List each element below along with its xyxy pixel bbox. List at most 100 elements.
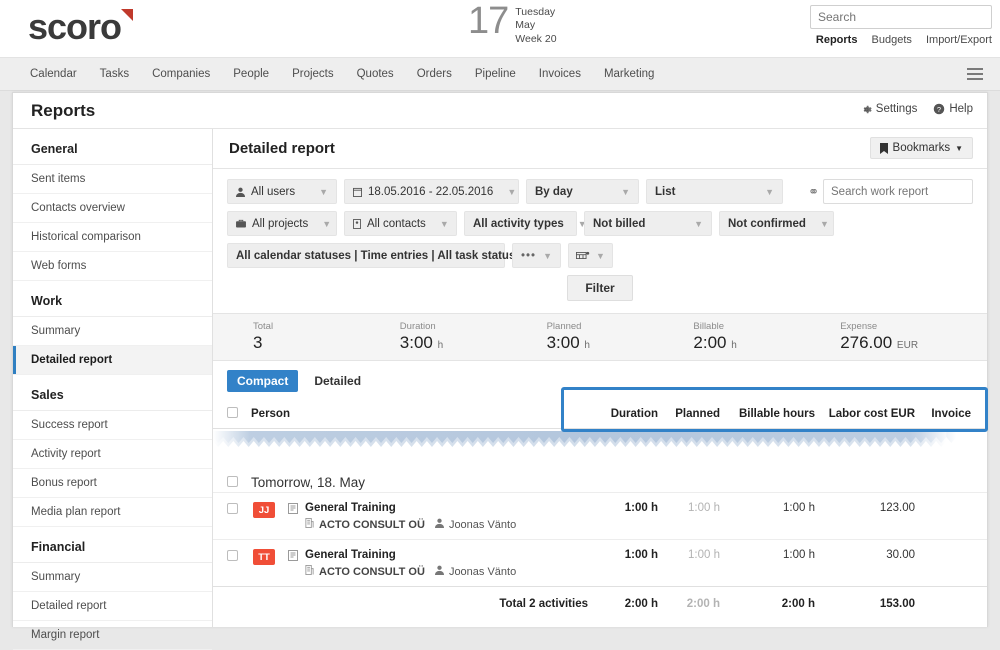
sublink-budgets[interactable]: Budgets bbox=[872, 34, 912, 46]
filter-activity-types[interactable]: All activity types ▼ bbox=[464, 211, 577, 236]
column-person[interactable]: Person bbox=[247, 408, 596, 420]
work-report-search: ⚭ bbox=[808, 179, 973, 204]
date-day-number: 17 bbox=[468, 2, 508, 40]
nav-item-projects[interactable]: Projects bbox=[292, 68, 334, 80]
filter-columns[interactable]: ▼ bbox=[568, 243, 613, 268]
filter-contacts-label: All contacts bbox=[367, 218, 426, 230]
activity-type-icon bbox=[281, 502, 305, 514]
table-row[interactable]: TT General Training ACTO CONSULT OÜ Joon… bbox=[213, 539, 987, 586]
nav-item-orders[interactable]: Orders bbox=[417, 68, 452, 80]
filter-date-range[interactable]: 18.05.2016 - 22.05.2016 ▼ bbox=[344, 179, 519, 204]
content-split: General Sent items Contacts overview His… bbox=[13, 129, 987, 627]
help-icon: ? bbox=[933, 103, 945, 115]
chevron-down-icon: ▼ bbox=[426, 219, 449, 229]
table-row[interactable]: JJ General Training ACTO CONSULT OÜ Joon… bbox=[213, 492, 987, 539]
sidebar-item-historical-comparison[interactable]: Historical comparison bbox=[13, 223, 212, 252]
bookmark-icon bbox=[880, 143, 888, 154]
torn-edge-separator bbox=[213, 431, 987, 455]
column-duration[interactable]: Duration bbox=[596, 408, 658, 420]
row-person[interactable]: Joonas Vänto bbox=[449, 566, 516, 578]
row-task-title[interactable]: General Training bbox=[305, 549, 596, 561]
nav-item-marketing[interactable]: Marketing bbox=[604, 68, 655, 80]
column-invoice[interactable]: Invoice bbox=[915, 408, 987, 420]
summary-duration: Duration 3:00 h bbox=[400, 321, 547, 353]
sidebar-item-work-summary[interactable]: Summary bbox=[13, 317, 212, 346]
sidebar-group-sales: Sales bbox=[13, 375, 212, 411]
sidebar-item-detailed-report[interactable]: Detailed report bbox=[13, 346, 212, 375]
sidebar-item-margin-report[interactable]: Margin report bbox=[13, 621, 212, 650]
company-icon bbox=[305, 518, 314, 531]
row-labor-cost: 123.00 bbox=[815, 502, 915, 514]
sidebar-item-financial-detailed-report[interactable]: Detailed report bbox=[13, 592, 212, 621]
row-company[interactable]: ACTO CONSULT OÜ bbox=[319, 519, 425, 531]
sidebar-item-web-forms[interactable]: Web forms bbox=[13, 252, 212, 281]
tab-detailed[interactable]: Detailed bbox=[304, 370, 371, 392]
sidebar-item-financial-summary[interactable]: Summary bbox=[13, 563, 212, 592]
settings-button[interactable]: Settings bbox=[861, 103, 918, 115]
filter-more-options[interactable]: ••• ▼ bbox=[512, 243, 561, 268]
row-checkbox[interactable] bbox=[227, 503, 238, 514]
sidebar-item-media-plan-report[interactable]: Media plan report bbox=[13, 498, 212, 527]
filter-contacts[interactable]: All contacts ▼ bbox=[344, 211, 457, 236]
sidebar-item-sent-items[interactable]: Sent items bbox=[13, 165, 212, 194]
filter-row-2: All projects ▼ All contacts ▼ All activi… bbox=[227, 211, 973, 236]
date-details: Tuesday May Week 20 bbox=[515, 6, 556, 46]
column-planned[interactable]: Planned bbox=[658, 408, 720, 420]
nav-item-people[interactable]: People bbox=[233, 68, 269, 80]
nav-item-companies[interactable]: Companies bbox=[152, 68, 210, 80]
filter-statuses[interactable]: All calendar statuses | Time entries | A… bbox=[227, 243, 505, 268]
total-labor-cost: 153.00 bbox=[815, 598, 915, 610]
search-work-report-input[interactable] bbox=[823, 179, 973, 204]
filter-billed[interactable]: Not billed ▼ bbox=[584, 211, 712, 236]
global-search bbox=[810, 5, 992, 29]
sublink-reports[interactable]: Reports bbox=[816, 34, 858, 46]
select-all-cell bbox=[213, 407, 247, 421]
sidebar-item-activity-report[interactable]: Activity report bbox=[13, 440, 212, 469]
calendar-icon bbox=[353, 187, 362, 197]
row-task-title[interactable]: General Training bbox=[305, 502, 596, 514]
sidebar: General Sent items Contacts overview His… bbox=[13, 129, 213, 627]
tab-compact[interactable]: Compact bbox=[227, 370, 298, 392]
sublink-import-export[interactable]: Import/Export bbox=[926, 34, 992, 46]
filter-button[interactable]: Filter bbox=[567, 275, 632, 301]
row-company[interactable]: ACTO CONSULT OÜ bbox=[319, 566, 425, 578]
nav-item-invoices[interactable]: Invoices bbox=[539, 68, 581, 80]
filter-users[interactable]: All users ▼ bbox=[227, 179, 337, 204]
sidebar-item-bonus-report[interactable]: Bonus report bbox=[13, 469, 212, 498]
filter-view[interactable]: List ▼ bbox=[646, 179, 783, 204]
contact-card-icon bbox=[353, 219, 361, 229]
chevron-down-icon: ▼ bbox=[806, 219, 829, 229]
column-billable-hours[interactable]: Billable hours bbox=[720, 408, 815, 420]
sidebar-item-success-report[interactable]: Success report bbox=[13, 411, 212, 440]
filter-grouping[interactable]: By day ▼ bbox=[526, 179, 639, 204]
summary-duration-label: Duration bbox=[400, 321, 547, 332]
column-labor-cost[interactable]: Labor cost EUR bbox=[815, 408, 915, 420]
help-button[interactable]: ? Help bbox=[933, 103, 973, 115]
select-all-checkbox[interactable] bbox=[227, 407, 238, 418]
search-input[interactable] bbox=[810, 5, 992, 29]
nav-item-calendar[interactable]: Calendar bbox=[30, 68, 77, 80]
avatar-initials: JJ bbox=[253, 502, 275, 518]
nav-item-quotes[interactable]: Quotes bbox=[357, 68, 394, 80]
row-billable: 1:00 h bbox=[720, 502, 815, 514]
nav-item-tasks[interactable]: Tasks bbox=[100, 68, 129, 80]
date-group-checkbox[interactable] bbox=[227, 476, 238, 487]
filter-confirmed-label: Not confirmed bbox=[728, 218, 806, 230]
summary-expense-label: Expense bbox=[840, 321, 987, 332]
hamburger-menu-icon[interactable] bbox=[967, 68, 983, 83]
chevron-down-icon: ▼ bbox=[592, 251, 605, 261]
filter-date-range-label: 18.05.2016 - 22.05.2016 bbox=[368, 186, 493, 198]
filter-projects[interactable]: All projects ▼ bbox=[227, 211, 337, 236]
filter-confirmed[interactable]: Not confirmed ▼ bbox=[719, 211, 834, 236]
bookmarks-button[interactable]: Bookmarks ▼ bbox=[870, 137, 973, 159]
sidebar-item-contacts-overview[interactable]: Contacts overview bbox=[13, 194, 212, 223]
row-checkbox[interactable] bbox=[227, 550, 238, 561]
scoro-logo[interactable]: scoro bbox=[28, 6, 121, 48]
filter-projects-label: All projects bbox=[252, 218, 308, 230]
link-icon[interactable]: ⚭ bbox=[808, 184, 817, 200]
filter-row-3: All calendar statuses | Time entries | A… bbox=[227, 243, 973, 268]
date-group-row: Tomorrow, 18. May bbox=[213, 458, 987, 492]
row-person[interactable]: Joonas Vänto bbox=[449, 519, 516, 531]
summary-planned-unit: h bbox=[584, 340, 590, 351]
nav-item-pipeline[interactable]: Pipeline bbox=[475, 68, 516, 80]
